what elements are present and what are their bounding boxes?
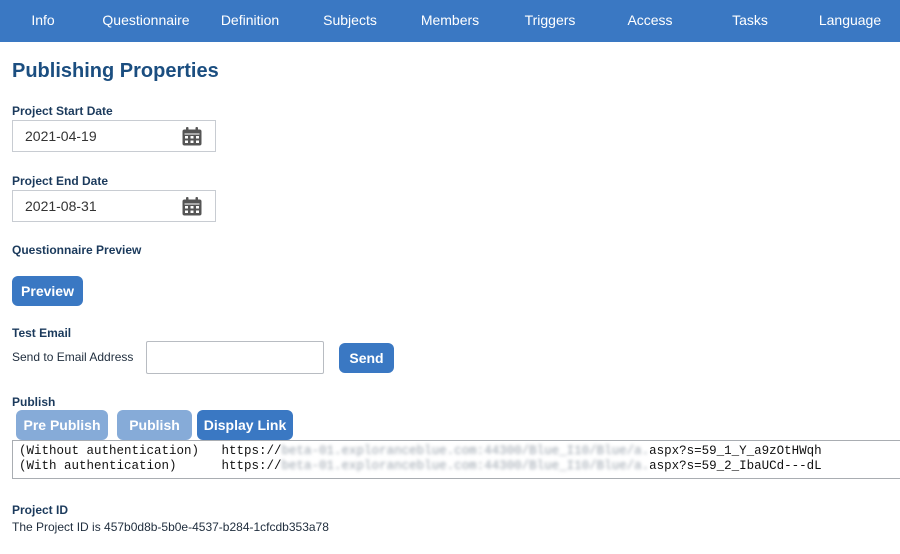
end-date-field[interactable]: 2021-08-31 bbox=[12, 190, 216, 222]
nav-tab-language[interactable]: Language bbox=[814, 0, 886, 40]
project-id-value: The Project ID is 457b0d8b-5b0e-4537-b28… bbox=[12, 520, 329, 534]
publish-label: Publish bbox=[12, 395, 56, 409]
nav-tab-definition[interactable]: Definition bbox=[208, 0, 292, 40]
redacted-host: beta-01.exploranceblue.com:44300/Blue_I1… bbox=[281, 459, 650, 473]
link-without-authentication[interactable]: (Without authentication) https://beta-01… bbox=[19, 444, 822, 458]
nav-tab-questionnaire[interactable]: Questionnaire bbox=[96, 0, 196, 40]
nav-tab-members[interactable]: Members bbox=[412, 0, 488, 40]
end-date-label: Project End Date bbox=[12, 174, 109, 188]
display-link-button[interactable]: Display Link bbox=[197, 410, 293, 440]
start-date-field[interactable]: 2021-04-19 bbox=[12, 120, 216, 152]
send-button[interactable]: Send bbox=[339, 343, 394, 373]
link-prefix: (With authentication) https:// bbox=[19, 459, 282, 473]
page-title: Publishing Properties bbox=[12, 60, 219, 82]
calendar-icon[interactable] bbox=[182, 127, 202, 146]
redacted-host: beta-01.exploranceblue.com:44300/Blue_I1… bbox=[281, 444, 650, 458]
nav-tab-tasks[interactable]: Tasks bbox=[722, 0, 778, 40]
nav-tab-subjects[interactable]: Subjects bbox=[315, 0, 385, 40]
start-date-value: 2021-04-19 bbox=[25, 128, 97, 144]
link-with-authentication[interactable]: (With authentication) https://beta-01.ex… bbox=[19, 459, 822, 473]
preview-button[interactable]: Preview bbox=[12, 276, 83, 306]
email-address-input[interactable] bbox=[146, 341, 324, 374]
end-date-value: 2021-08-31 bbox=[25, 198, 97, 214]
link-suffix: aspx?s=59_2_IbaUCd---dL bbox=[649, 459, 822, 473]
nav-tab-info[interactable]: Info bbox=[12, 0, 74, 40]
start-date-label: Project Start Date bbox=[12, 104, 113, 118]
calendar-icon[interactable] bbox=[182, 197, 202, 216]
publish-button[interactable]: Publish bbox=[117, 410, 192, 440]
top-navigation-bar: Info Questionnaire Definition Subjects M… bbox=[0, 0, 900, 42]
link-prefix: (Without authentication) https:// bbox=[19, 444, 282, 458]
pre-publish-button[interactable]: Pre Publish bbox=[16, 410, 108, 440]
nav-tab-access[interactable]: Access bbox=[618, 0, 682, 40]
link-suffix: aspx?s=59_1_Y_a9zOtHWqh bbox=[649, 444, 822, 458]
questionnaire-preview-label: Questionnaire Preview bbox=[12, 243, 142, 257]
publish-links-box[interactable]: (Without authentication) https://beta-01… bbox=[12, 440, 900, 479]
nav-tab-triggers[interactable]: Triggers bbox=[516, 0, 584, 40]
send-to-email-label: Send to Email Address bbox=[12, 350, 134, 364]
test-email-label: Test Email bbox=[12, 326, 72, 340]
project-id-label: Project ID bbox=[12, 503, 69, 517]
